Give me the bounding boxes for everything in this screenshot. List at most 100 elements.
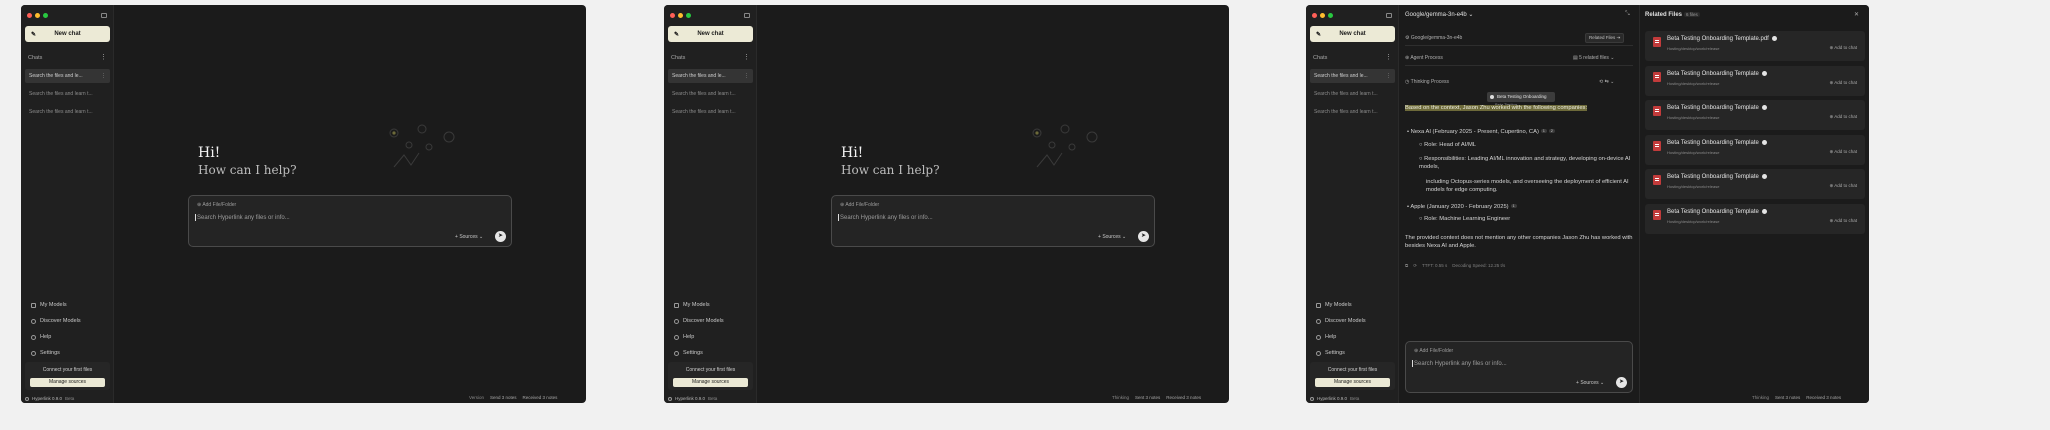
add-to-chat-button[interactable]: ⊕ Add to chat	[1829, 45, 1857, 51]
nav-label: Settings	[683, 350, 703, 356]
nav-my-models[interactable]: My Models	[674, 302, 710, 308]
new-chat-button[interactable]: ✎ New chat	[668, 26, 753, 42]
add-to-chat-button[interactable]: ⊕ Add to chat	[1829, 80, 1857, 86]
close-icon[interactable]: ✕	[1854, 11, 1859, 18]
citation-badge[interactable]: 1	[1540, 129, 1547, 134]
chat-history-item[interactable]: Search the files and le... ⋮	[1310, 69, 1395, 83]
chats-more-icon[interactable]: ⋮	[100, 53, 107, 61]
model-selector[interactable]: Google/gemma-3n-e4b ⌄	[1405, 11, 1473, 18]
sidebar-toggle-icon[interactable]	[744, 13, 750, 18]
info-icon[interactable]	[1771, 36, 1777, 41]
chat-history-item[interactable]: Search the files and learn t...	[1310, 87, 1395, 101]
more-icon[interactable]: ⋮	[101, 69, 106, 83]
regenerate-icon[interactable]: ⟳	[1413, 263, 1417, 269]
nav-my-models[interactable]: My Models	[1316, 302, 1352, 308]
citation-badge[interactable]: 2	[1548, 129, 1555, 134]
close-window-button[interactable]	[27, 13, 32, 18]
chats-more-icon[interactable]: ⋮	[743, 53, 750, 61]
related-files-title-text: Related Files	[1645, 12, 1683, 18]
nav-discover-models[interactable]: Discover Models	[31, 318, 81, 324]
version-label: Hyperlink 0.9.0	[675, 396, 706, 401]
search-input[interactable]: Search Hyperlink any files or info...	[195, 214, 290, 221]
search-input[interactable]: Search Hyperlink any files or info...	[1412, 360, 1507, 367]
file-path: Hosting/desktop/work/release	[1667, 115, 1720, 120]
close-window-button[interactable]	[670, 13, 675, 18]
nav-my-models[interactable]: My Models	[31, 302, 67, 308]
chat-history-label: Search the files and le...	[29, 73, 83, 79]
agent-process-toggle[interactable]: ⊛ Agent Process	[1405, 55, 1443, 61]
chat-input-box[interactable]: ⊕ Add File/Folder Search Hyperlink any f…	[1405, 341, 1633, 393]
new-chat-button[interactable]: ✎ New chat	[1310, 26, 1395, 42]
add-file-button[interactable]: ⊕ Add File/Folder	[1414, 348, 1453, 354]
more-icon[interactable]: ⋮	[1386, 69, 1391, 83]
chats-more-icon[interactable]: ⋮	[1385, 53, 1392, 61]
file-card[interactable]: Beta Testing Onboarding Template Hosting/…	[1645, 134, 1865, 165]
sources-dropdown[interactable]: + Sources ⌄	[455, 234, 483, 240]
nav-help[interactable]: Help	[31, 334, 51, 340]
chat-history-item[interactable]: Search the files and learn t...	[1310, 105, 1395, 119]
close-window-button[interactable]	[1312, 13, 1317, 18]
nav-help[interactable]: Help	[1316, 334, 1336, 340]
add-to-chat-button[interactable]: ⊕ Add to chat	[1829, 114, 1857, 120]
thinking-actions[interactable]: ⟲ ⇆ ⌄	[1599, 79, 1614, 85]
add-to-chat-button[interactable]: ⊕ Add to chat	[1829, 149, 1857, 155]
minimize-window-button[interactable]	[35, 13, 40, 18]
expand-icon[interactable]: ⤡	[1625, 11, 1630, 18]
file-card[interactable]: Beta Testing Onboarding Template Hosting/…	[1645, 65, 1865, 96]
sidebar-toggle-icon[interactable]	[101, 13, 107, 18]
info-icon[interactable]	[1761, 70, 1767, 76]
add-to-chat-button[interactable]: ⊕ Add to chat	[1829, 183, 1857, 189]
maximize-window-button[interactable]	[1328, 13, 1333, 18]
minimize-window-button[interactable]	[1320, 13, 1325, 18]
chat-history-item[interactable]: Search the files and le... ⋮	[25, 69, 110, 83]
file-card[interactable]: Beta Testing Onboarding Template Hosting/…	[1645, 203, 1865, 234]
chat-input-box[interactable]: ⊕ Add File/Folder Search Hyperlink any f…	[188, 195, 512, 247]
manage-sources-button[interactable]: Manage sources	[30, 378, 105, 387]
chat-history-item[interactable]: Search the files and learn t...	[25, 105, 110, 119]
file-card[interactable]: Beta Testing Onboarding Template.pdf Host…	[1645, 31, 1865, 61]
add-file-button[interactable]: ⊕ Add File/Folder	[197, 202, 236, 208]
send-button[interactable]: ➤	[1138, 231, 1149, 242]
info-icon[interactable]	[1761, 139, 1767, 145]
chat-history-item[interactable]: Search the files and learn t...	[668, 105, 753, 119]
nav-discover-models[interactable]: Discover Models	[1316, 318, 1366, 324]
subtitle: How can I help?	[841, 163, 940, 177]
sources-dropdown[interactable]: + Sources ⌄	[1576, 380, 1604, 386]
bullet-text: Responsibilities: Leading AI/ML innovati…	[1419, 156, 1631, 170]
file-name: Beta Testing Onboarding Template	[1667, 208, 1767, 215]
send-button[interactable]: ➤	[495, 231, 506, 242]
nav-settings[interactable]: Settings	[1316, 350, 1345, 356]
nav-settings[interactable]: Settings	[31, 350, 60, 356]
copy-icon[interactable]: ⧉	[1405, 263, 1408, 269]
manage-sources-button[interactable]: Manage sources	[673, 378, 748, 387]
file-card[interactable]: Beta Testing Onboarding Template Hosting/…	[1645, 169, 1865, 199]
nav-settings[interactable]: Settings	[674, 350, 703, 356]
info-icon[interactable]	[1761, 174, 1767, 179]
info-icon[interactable]	[1761, 208, 1767, 214]
chat-input-box[interactable]: ⊕ Add File/Folder Search Hyperlink any f…	[831, 195, 1155, 247]
chat-history-item[interactable]: Search the files and le... ⋮	[668, 69, 753, 83]
nav-help[interactable]: Help	[674, 334, 694, 340]
citation-badge[interactable]: 1	[1510, 204, 1517, 209]
maximize-window-button[interactable]	[686, 13, 691, 18]
search-input[interactable]: Search Hyperlink any files or info...	[838, 214, 933, 221]
file-card[interactable]: Beta Testing Onboarding Template Hosting/…	[1645, 100, 1865, 130]
manage-sources-button[interactable]: Manage sources	[1315, 378, 1390, 387]
add-to-chat-button[interactable]: ⊕ Add to chat	[1829, 218, 1857, 224]
info-icon[interactable]	[1761, 105, 1767, 110]
chat-history-item[interactable]: Search the files and learn t...	[25, 87, 110, 101]
related-files-button[interactable]: Related Files ⇥	[1585, 33, 1625, 43]
thinking-process-toggle[interactable]: ◷ Thinking Process	[1405, 79, 1449, 85]
maximize-window-button[interactable]	[43, 13, 48, 18]
minimize-window-button[interactable]	[678, 13, 683, 18]
new-chat-button[interactable]: ✎ New chat	[25, 26, 110, 42]
sources-dropdown[interactable]: + Sources ⌄	[1098, 234, 1126, 240]
chat-history-item[interactable]: Search the files and learn t...	[668, 87, 753, 101]
sidebar-toggle-icon[interactable]	[1386, 13, 1392, 18]
related-files-count[interactable]: ▤ 5 related files ⌄	[1573, 55, 1614, 61]
window-controls	[670, 13, 691, 18]
add-file-button[interactable]: ⊕ Add File/Folder	[840, 202, 879, 208]
send-button[interactable]: ➤	[1616, 377, 1627, 388]
nav-discover-models[interactable]: Discover Models	[674, 318, 724, 324]
more-icon[interactable]: ⋮	[744, 69, 749, 83]
